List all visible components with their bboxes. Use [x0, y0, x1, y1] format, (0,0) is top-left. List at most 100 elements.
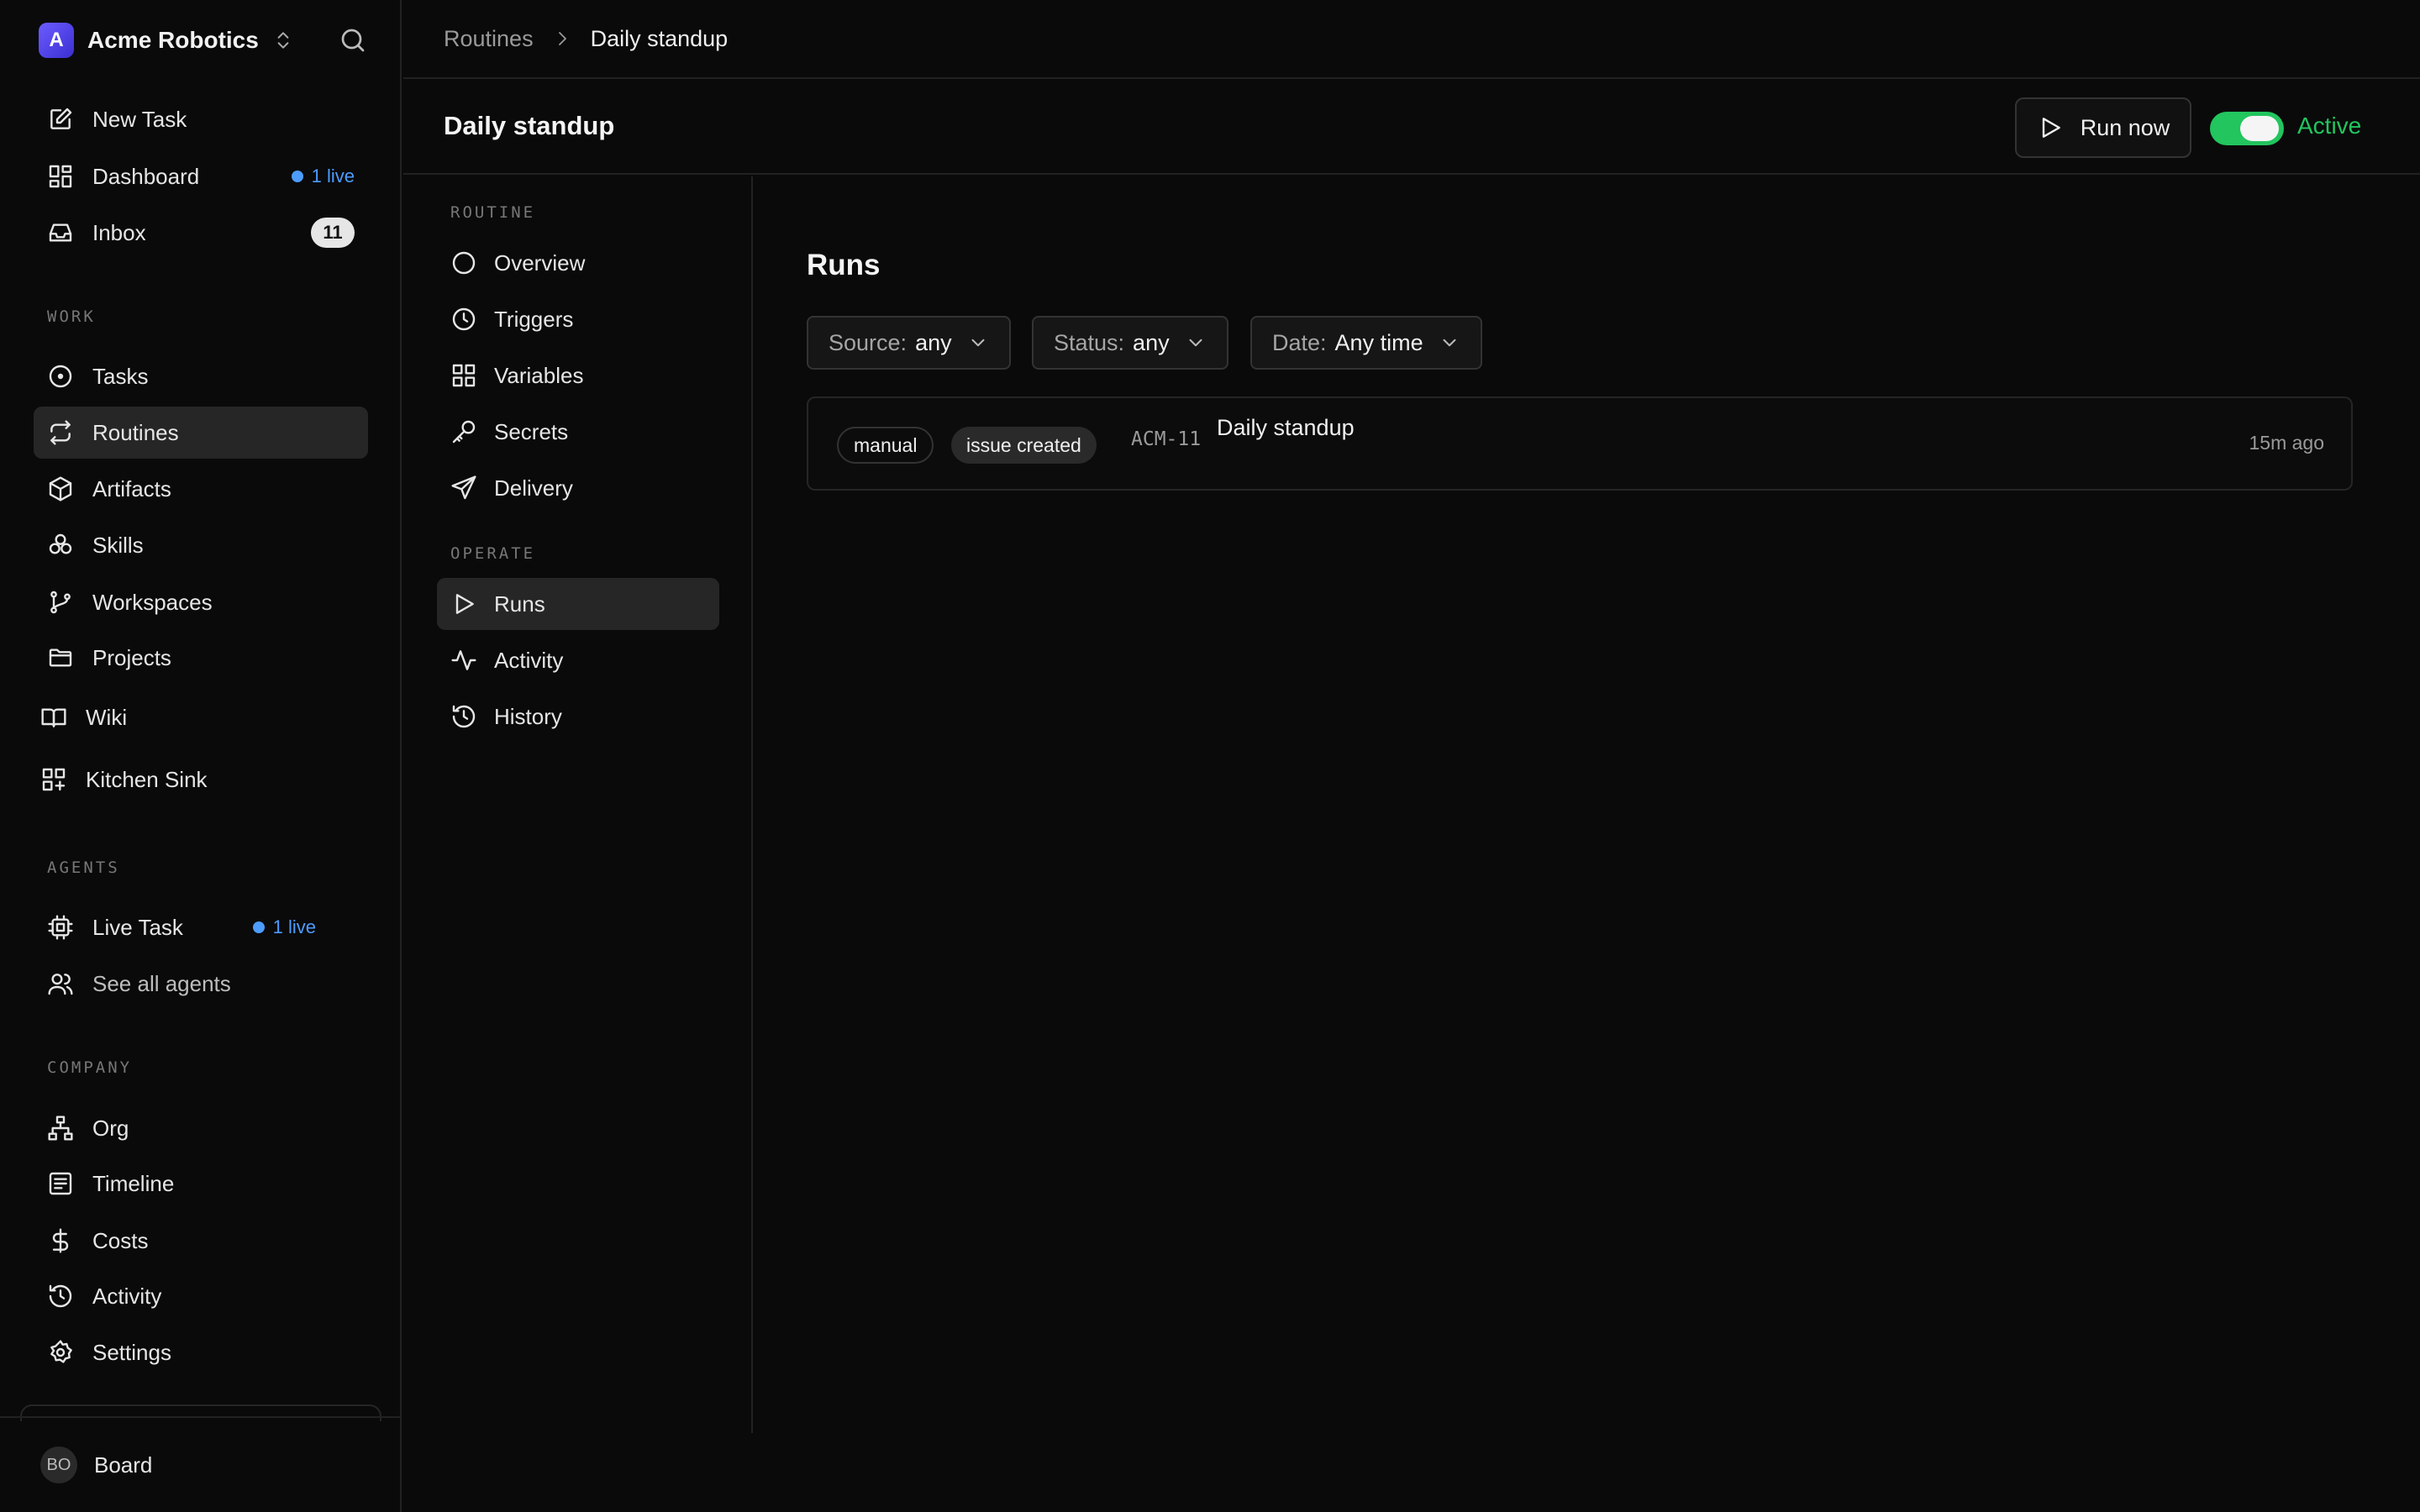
run-timestamp: 15m ago	[2249, 432, 2324, 454]
section-label-agents: AGENTS	[47, 858, 120, 877]
grid-plus-icon	[42, 768, 66, 791]
sidebar-item-live-task[interactable]: Live Task 1 live	[34, 901, 368, 953]
sidebar-item-label: New Task	[92, 106, 187, 132]
history-icon	[452, 705, 476, 728]
routine-subnav: ROUTINE Overview Triggers Variables Secr…	[403, 176, 753, 1433]
live-badge: 1 live	[252, 916, 316, 938]
active-status-label: Active	[2297, 113, 2362, 139]
sidebar-item-settings[interactable]: Settings	[34, 1326, 368, 1378]
users-icon	[48, 974, 73, 995]
run-issue-id[interactable]: ACM-11	[1131, 428, 1201, 450]
run-now-button[interactable]: Run now	[2015, 97, 2191, 158]
subnav-item-secrets[interactable]: Secrets	[437, 406, 719, 458]
subnav-item-label: Overview	[494, 249, 586, 276]
sidebar-item-org[interactable]: Org	[34, 1102, 368, 1154]
dashboard-icon	[49, 165, 72, 188]
sidebar-item-label: Inbox	[92, 219, 146, 245]
page-header: Daily standup Run now Active	[403, 81, 2420, 175]
subnav-item-label: Variables	[494, 362, 584, 388]
sidebar-item-workspaces[interactable]: Workspaces	[34, 576, 368, 628]
filter-status[interactable]: Status: any	[1032, 316, 1228, 370]
filter-value: any	[915, 329, 952, 355]
sidebar-item-kitchen-sink[interactable]: Kitchen Sink	[27, 753, 361, 806]
folder-icon	[49, 648, 72, 667]
sidebar-item-costs[interactable]: Costs	[34, 1215, 368, 1267]
sidebar-item-label: Settings	[92, 1339, 171, 1365]
subnav-label-routine: ROUTINE	[450, 203, 536, 222]
subnav-item-overview[interactable]: Overview	[437, 237, 719, 289]
breadcrumb-routines[interactable]: Routines	[444, 26, 534, 52]
history-icon	[49, 1284, 72, 1308]
chevron-down-icon	[1189, 339, 1202, 347]
timeline-icon	[49, 1172, 72, 1195]
sidebar-item-see-all-agents[interactable]: See all agents	[34, 958, 368, 1010]
filter-key: Source:	[829, 329, 908, 355]
sidebar-item-new-task[interactable]: New Task	[34, 93, 368, 145]
subnav-item-delivery[interactable]: Delivery	[437, 462, 719, 514]
sidebar-item-label: Timeline	[92, 1170, 175, 1196]
sidebar-item-routines[interactable]: Routines	[34, 407, 368, 459]
subnav-item-label: Delivery	[494, 475, 573, 501]
live-badge: 1 live	[291, 165, 355, 187]
sidebar-item-label: Org	[92, 1115, 129, 1141]
sidebar-item-label: Costs	[92, 1227, 149, 1253]
run-row[interactable]: manual issue created ACM-11 Daily standu…	[807, 396, 2353, 491]
clock-icon	[452, 307, 476, 331]
activity-icon	[451, 650, 476, 670]
workspace-logo: A	[39, 23, 74, 58]
section-label-company: COMPANY	[47, 1058, 133, 1077]
chevron-right-icon	[558, 32, 566, 45]
user-menu[interactable]: BO Board	[40, 1446, 152, 1483]
filter-key: Date:	[1272, 329, 1327, 355]
sidebar-item-timeline[interactable]: Timeline	[34, 1158, 368, 1210]
sidebar-item-projects[interactable]: Projects	[34, 632, 368, 684]
subnav-label-operate: OPERATE	[450, 544, 536, 563]
filter-key: Status:	[1054, 329, 1125, 355]
status-tag: issue created	[951, 427, 1097, 464]
sidebar-item-artifacts[interactable]: Artifacts	[34, 463, 368, 515]
book-icon	[41, 708, 66, 727]
sidebar-item-activity[interactable]: Activity	[34, 1270, 368, 1322]
sidebar-item-label: Projects	[92, 644, 171, 670]
section-label-work: WORK	[47, 307, 96, 326]
chevron-down-icon	[971, 339, 985, 347]
sidebar-item-tasks[interactable]: Tasks	[34, 350, 368, 402]
runs-heading: Runs	[807, 249, 881, 281]
sidebar-item-label: Dashboard	[92, 163, 200, 189]
avatar: BO	[40, 1446, 77, 1483]
live-badge-text: 1 live	[272, 916, 316, 937]
subnav-item-variables[interactable]: Variables	[437, 349, 719, 402]
sidebar-item-label: Live Task	[92, 914, 183, 940]
active-toggle[interactable]	[2210, 112, 2284, 145]
sidebar-item-skills[interactable]: Skills	[34, 519, 368, 571]
subnav-item-label: Triggers	[494, 306, 574, 332]
workspace-switcher[interactable]: A Acme Robotics	[39, 22, 294, 59]
subnav-item-label: Activity	[494, 647, 564, 673]
sidebar-item-label: Activity	[92, 1283, 162, 1309]
toggle-knob	[2240, 116, 2279, 141]
sidebar-item-inbox[interactable]: Inbox 11	[34, 207, 368, 259]
sidebar-item-label: Tasks	[92, 363, 149, 389]
search-icon[interactable]	[338, 25, 368, 55]
sidebar-item-label: Skills	[92, 532, 144, 558]
box-icon	[49, 476, 72, 501]
subnav-item-activity[interactable]: Activity	[437, 634, 719, 686]
filter-value: any	[1133, 329, 1170, 355]
sidebar: A Acme Robotics New Task Dashboard 1 liv…	[0, 0, 402, 1512]
filter-value: Any time	[1334, 329, 1423, 355]
workspace-name: Acme Robotics	[87, 27, 259, 53]
play-icon	[455, 594, 474, 614]
subnav-item-triggers[interactable]: Triggers	[437, 293, 719, 345]
sidebar-item-label: Routines	[92, 419, 179, 445]
subnav-item-history[interactable]: History	[437, 690, 719, 743]
dollar-icon	[52, 1228, 69, 1253]
key-icon	[452, 420, 476, 444]
subnav-item-runs[interactable]: Runs	[437, 578, 719, 630]
filter-date[interactable]: Date: Any time	[1250, 316, 1482, 370]
skills-icon	[49, 533, 72, 554]
subnav-item-label: History	[494, 703, 562, 729]
sidebar-item-dashboard[interactable]: Dashboard 1 live	[34, 150, 368, 202]
source-tag: manual	[837, 427, 934, 464]
filter-source[interactable]: Source: any	[807, 316, 1011, 370]
sidebar-item-wiki[interactable]: Wiki	[27, 691, 361, 743]
